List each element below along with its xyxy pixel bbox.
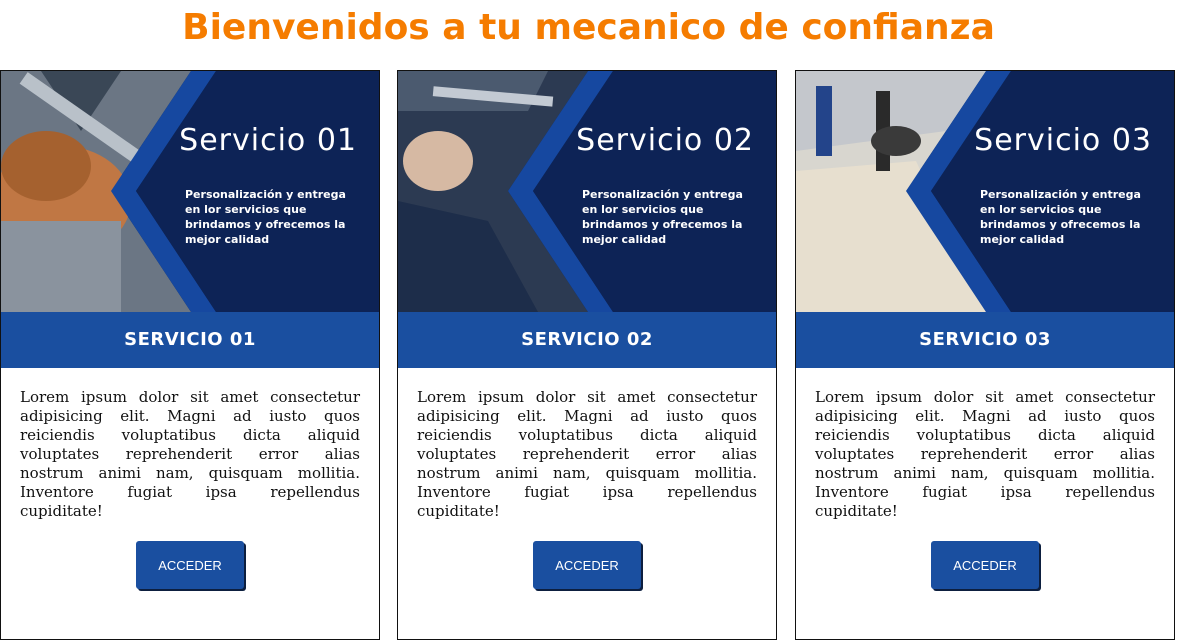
card-heading: SERVICIO 01 xyxy=(1,312,379,368)
button-container: ACCEDER xyxy=(398,541,776,589)
service-card-01: Servicio 01 Personalización y entrega en… xyxy=(0,70,380,640)
card-description: Lorem ipsum dolor sit amet consectetur a… xyxy=(20,388,360,520)
card-heading: SERVICIO 03 xyxy=(796,312,1174,368)
banner-subtitle: Personalización y entrega en lor servici… xyxy=(185,188,346,246)
service-card-02: Servicio 02 Personalización y entrega en… xyxy=(397,70,777,640)
banner-subtitle: Personalización y entrega en lor servici… xyxy=(980,188,1141,246)
button-container: ACCEDER xyxy=(796,541,1174,589)
acceder-button-02[interactable]: ACCEDER xyxy=(533,541,641,589)
acceder-button-03[interactable]: ACCEDER xyxy=(931,541,1039,589)
page-title: Bienvenidos a tu mecanico de confianza xyxy=(182,7,995,48)
service-banner-01: Servicio 01 Personalización y entrega en… xyxy=(1,71,379,312)
service-banner-03: Servicio 03 Personalización y entrega en… xyxy=(796,71,1174,312)
service-banner-02: Servicio 02 Personalización y entrega en… xyxy=(398,71,776,312)
banner-title: Servicio 01 xyxy=(179,123,357,158)
acceder-button-01[interactable]: ACCEDER xyxy=(136,541,244,589)
banner-title: Servicio 03 xyxy=(974,123,1152,158)
card-heading: SERVICIO 02 xyxy=(398,312,776,368)
services-grid: Servicio 01 Personalización y entrega en… xyxy=(0,70,1177,640)
card-description: Lorem ipsum dolor sit amet consectetur a… xyxy=(815,388,1155,520)
banner-title: Servicio 02 xyxy=(576,123,754,158)
service-card-03: Servicio 03 Personalización y entrega en… xyxy=(795,70,1175,640)
button-container: ACCEDER xyxy=(1,541,379,589)
banner-subtitle: Personalización y entrega en lor servici… xyxy=(582,188,743,246)
card-description: Lorem ipsum dolor sit amet consectetur a… xyxy=(417,388,757,520)
